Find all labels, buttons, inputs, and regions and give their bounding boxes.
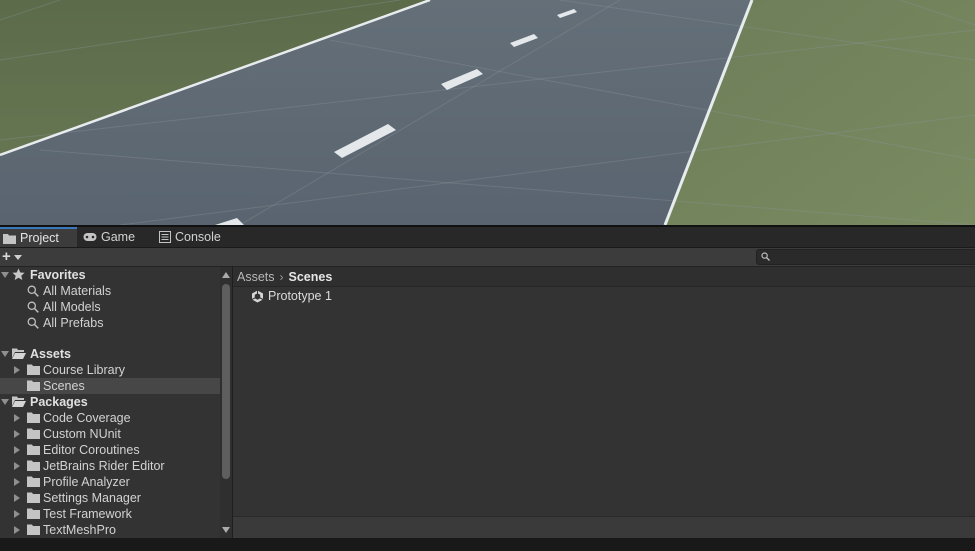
project-folder-tree: Favorites All Materials All Models All P… — [0, 267, 220, 538]
package-item[interactable]: Test Framework — [0, 506, 220, 522]
packages-label: Packages — [30, 395, 88, 409]
star-icon — [12, 268, 25, 280]
expand-arrow-icon[interactable] — [1, 399, 9, 405]
favorite-item[interactable]: All Materials — [0, 283, 220, 299]
search-icon — [27, 301, 39, 313]
expand-arrow-icon[interactable] — [14, 478, 20, 486]
folder-item-course-library[interactable]: Course Library — [0, 362, 220, 378]
search-icon — [27, 285, 39, 297]
editor-bottom-bar — [0, 538, 975, 551]
tab-project-label: Project — [20, 231, 59, 245]
favorites-label: Favorites — [30, 268, 86, 282]
scene-viewport[interactable] — [0, 0, 975, 225]
package-item[interactable]: TextMeshPro — [0, 522, 220, 538]
tab-game-label: Game — [101, 230, 136, 244]
breadcrumb-chevron-icon: › — [279, 269, 284, 284]
console-icon — [159, 231, 171, 243]
tab-project[interactable]: Project — [0, 227, 77, 247]
project-toolbar: + — [0, 248, 975, 267]
expand-arrow-icon[interactable] — [1, 351, 9, 357]
folder-icon — [27, 380, 40, 391]
asset-item-prototype-1[interactable]: Prototype 1 — [251, 288, 332, 304]
plus-icon: + — [2, 248, 11, 265]
folder-item-label: Scenes — [43, 379, 85, 393]
folder-icon — [3, 233, 16, 244]
package-item-label: Settings Manager — [43, 491, 141, 505]
package-item[interactable]: Code Coverage — [0, 410, 220, 426]
folder-icon — [27, 508, 40, 519]
dropdown-arrow-icon — [13, 254, 22, 260]
package-item-label: Custom NUnit — [43, 427, 121, 441]
package-item-label: TextMeshPro — [43, 523, 116, 537]
package-item-label: Test Framework — [43, 507, 132, 521]
breadcrumb-scenes[interactable]: Scenes — [289, 270, 333, 284]
package-item-label: JetBrains Rider Editor — [43, 459, 165, 473]
folder-icon — [27, 492, 40, 503]
scroll-up-arrow-icon[interactable] — [222, 272, 230, 278]
folder-icon — [27, 524, 40, 535]
folder-icon — [27, 476, 40, 487]
expand-arrow-icon[interactable] — [14, 366, 20, 374]
package-item-label: Code Coverage — [43, 411, 131, 425]
package-item[interactable]: JetBrains Rider Editor — [0, 458, 220, 474]
content-status-bar — [233, 516, 975, 539]
asset-item-label: Prototype 1 — [268, 289, 332, 303]
tree-header-favorites[interactable]: Favorites — [0, 267, 220, 283]
folder-icon — [27, 364, 40, 375]
favorite-item-label: All Materials — [43, 284, 112, 298]
expand-arrow-icon[interactable] — [14, 526, 20, 534]
folder-icon — [27, 460, 40, 471]
scroll-down-arrow-icon[interactable] — [222, 527, 230, 533]
project-content-pane: Assets › Scenes Prototype 1 — [233, 267, 975, 539]
tree-header-packages[interactable]: Packages — [0, 394, 220, 410]
open-folder-icon — [12, 396, 26, 407]
breadcrumb: Assets › Scenes — [233, 267, 975, 287]
folder-icon — [27, 412, 40, 423]
folder-item-scenes[interactable]: Scenes — [0, 378, 220, 394]
scrollbar-thumb[interactable] — [222, 284, 230, 479]
gamepad-icon — [83, 233, 97, 241]
folder-icon — [27, 444, 40, 455]
favorite-item-label: All Models — [43, 300, 101, 314]
expand-arrow-icon[interactable] — [14, 446, 20, 454]
add-asset-button[interactable]: + — [2, 249, 28, 265]
favorite-item[interactable]: All Prefabs — [0, 315, 220, 331]
window-tab-bar: Project Game Console — [0, 227, 975, 248]
package-item[interactable]: Settings Manager — [0, 490, 220, 506]
tree-scrollbar[interactable] — [220, 267, 232, 538]
unity-scene-icon — [251, 290, 264, 302]
tab-console[interactable]: Console — [159, 227, 221, 247]
search-icon — [761, 252, 770, 261]
package-item[interactable]: Profile Analyzer — [0, 474, 220, 490]
tab-console-label: Console — [175, 230, 221, 244]
tree-header-assets[interactable]: Assets — [0, 346, 220, 362]
package-item-label: Profile Analyzer — [43, 475, 130, 489]
expand-arrow-icon[interactable] — [1, 272, 9, 278]
tab-game[interactable]: Game — [83, 227, 135, 247]
breadcrumb-assets[interactable]: Assets — [233, 270, 275, 284]
expand-arrow-icon[interactable] — [14, 430, 20, 438]
favorite-item[interactable]: All Models — [0, 299, 220, 315]
folder-icon — [27, 428, 40, 439]
package-item[interactable]: Custom NUnit — [0, 426, 220, 442]
expand-arrow-icon[interactable] — [14, 510, 20, 518]
expand-arrow-icon[interactable] — [14, 494, 20, 502]
road-scene-render — [0, 0, 975, 225]
search-icon — [27, 317, 39, 329]
open-folder-icon — [12, 348, 26, 359]
assets-label: Assets — [30, 347, 71, 361]
expand-arrow-icon[interactable] — [14, 414, 20, 422]
favorite-item-label: All Prefabs — [43, 316, 104, 330]
search-field[interactable] — [756, 249, 975, 265]
search-input[interactable] — [773, 250, 973, 264]
package-item[interactable]: Editor Coroutines — [0, 442, 220, 458]
package-item-label: Editor Coroutines — [43, 443, 140, 457]
folder-item-label: Course Library — [43, 363, 125, 377]
expand-arrow-icon[interactable] — [14, 462, 20, 470]
